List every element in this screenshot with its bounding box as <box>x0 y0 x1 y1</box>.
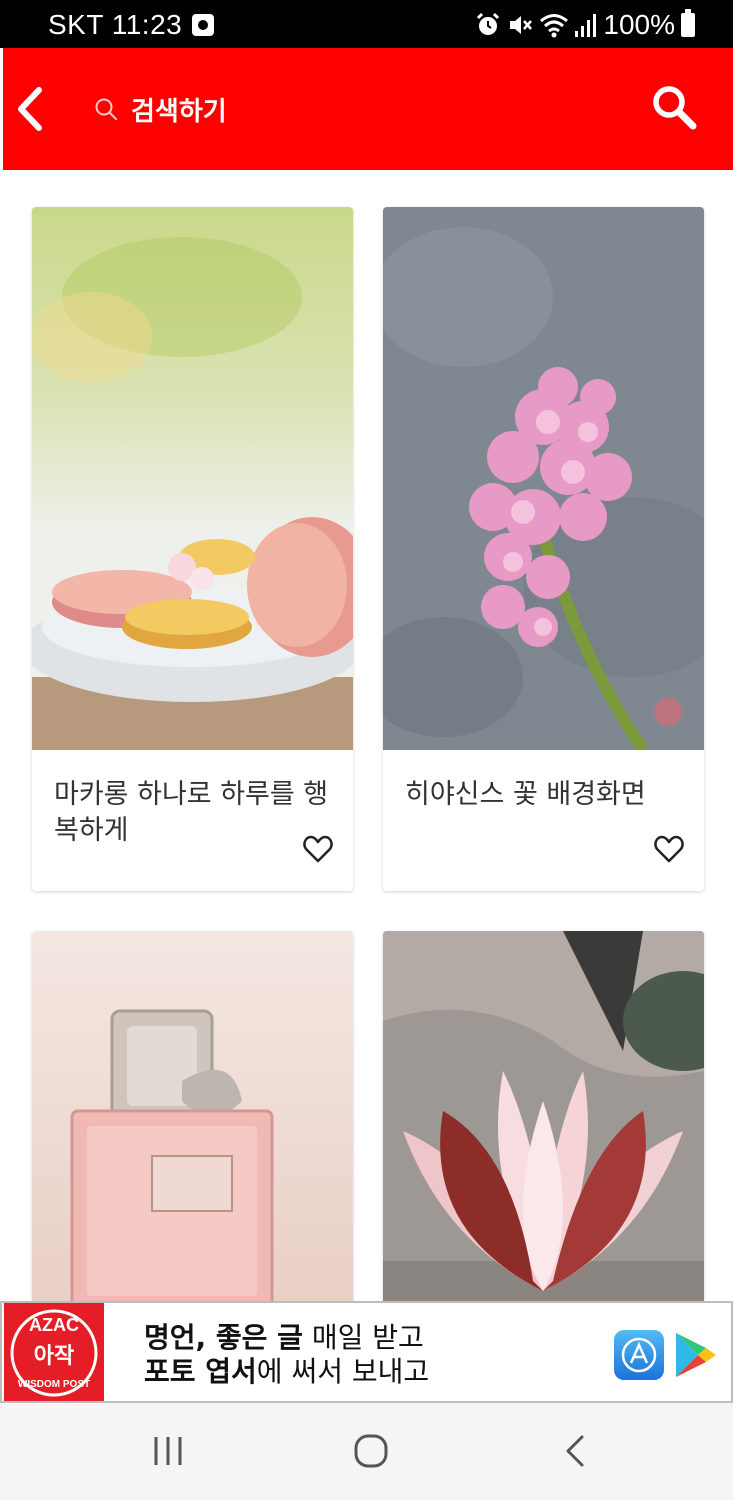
favorite-button[interactable] <box>303 835 333 863</box>
card-perfume[interactable] <box>32 931 353 1311</box>
search-icon <box>653 86 697 130</box>
card-title: 마카롱 하나로 하루를 행복하게 <box>54 779 329 846</box>
ad-text: 명언, 좋은 글 매일 받고 포토 엽서에 써서 보내고 <box>144 1321 429 1389</box>
app-header: 검색하기 <box>3 48 733 170</box>
carrier-time: SKT 11:23 <box>48 9 183 40</box>
search-button[interactable] <box>649 82 699 132</box>
azac-logo: AZAC 아작 WISDOM POST <box>4 1303 104 1401</box>
search-placeholder: 검색하기 <box>131 96 227 127</box>
search-icon <box>95 98 117 120</box>
card-macarons[interactable]: 마카롱 하나로 하루를 행복하게 <box>32 207 353 891</box>
battery-icon <box>681 9 695 37</box>
logo-text-bottom: WISDOM POST <box>18 1379 90 1390</box>
app-store-icon[interactable] <box>614 1330 664 1380</box>
chevron-left-icon <box>18 87 42 131</box>
favorite-button[interactable] <box>654 835 684 863</box>
recent-apps-icon <box>154 1437 182 1465</box>
ad-line2-rest: 에 써서 보내고 <box>256 1355 430 1388</box>
heart-icon <box>654 835 684 863</box>
card-image-water-lily <box>383 931 704 1311</box>
ad-line2-bold: 포토 엽서 <box>144 1355 257 1388</box>
wifi-icon <box>540 14 569 38</box>
alarm-icon <box>477 12 500 35</box>
home-icon <box>354 1434 388 1468</box>
card-title: 히야신스 꽃 배경화면 <box>405 779 646 810</box>
ad-line1-rest: 매일 받고 <box>302 1321 424 1354</box>
logo-text-mid: 아작 <box>34 1344 74 1369</box>
search-field[interactable]: 검색하기 <box>93 88 227 130</box>
heart-icon <box>303 835 333 863</box>
logo-text-top: AZAC <box>29 1315 79 1335</box>
ad-line1-bold: 명언, 좋은 글 <box>144 1321 303 1354</box>
card-water-lily[interactable] <box>383 931 704 1311</box>
system-back-button[interactable] <box>556 1431 596 1471</box>
navigation-bar <box>0 1403 733 1500</box>
back-icon <box>566 1435 584 1467</box>
card-image-hyacinth <box>383 207 704 750</box>
status-left: SKT 11:23 <box>48 9 215 41</box>
status-bar: SKT 11:23 100% <box>0 0 733 48</box>
notification-icon <box>192 14 215 36</box>
ad-banner[interactable]: AZAC 아작 WISDOM POST 명언, 좋은 글 매일 받고 포토 엽서… <box>0 1301 733 1403</box>
card-hyacinth[interactable]: 히야신스 꽃 배경화면 <box>383 207 704 891</box>
status-right: 100% <box>475 9 695 41</box>
recent-apps-button[interactable] <box>148 1431 188 1471</box>
mute-icon <box>510 16 533 34</box>
home-button[interactable] <box>351 1431 391 1471</box>
card-image-macarons <box>32 207 353 750</box>
signal-icon <box>575 14 597 37</box>
battery-percent: 100% <box>603 9 675 40</box>
back-button[interactable] <box>11 84 51 134</box>
play-store-icon[interactable] <box>672 1330 718 1380</box>
card-image-perfume <box>32 931 353 1311</box>
